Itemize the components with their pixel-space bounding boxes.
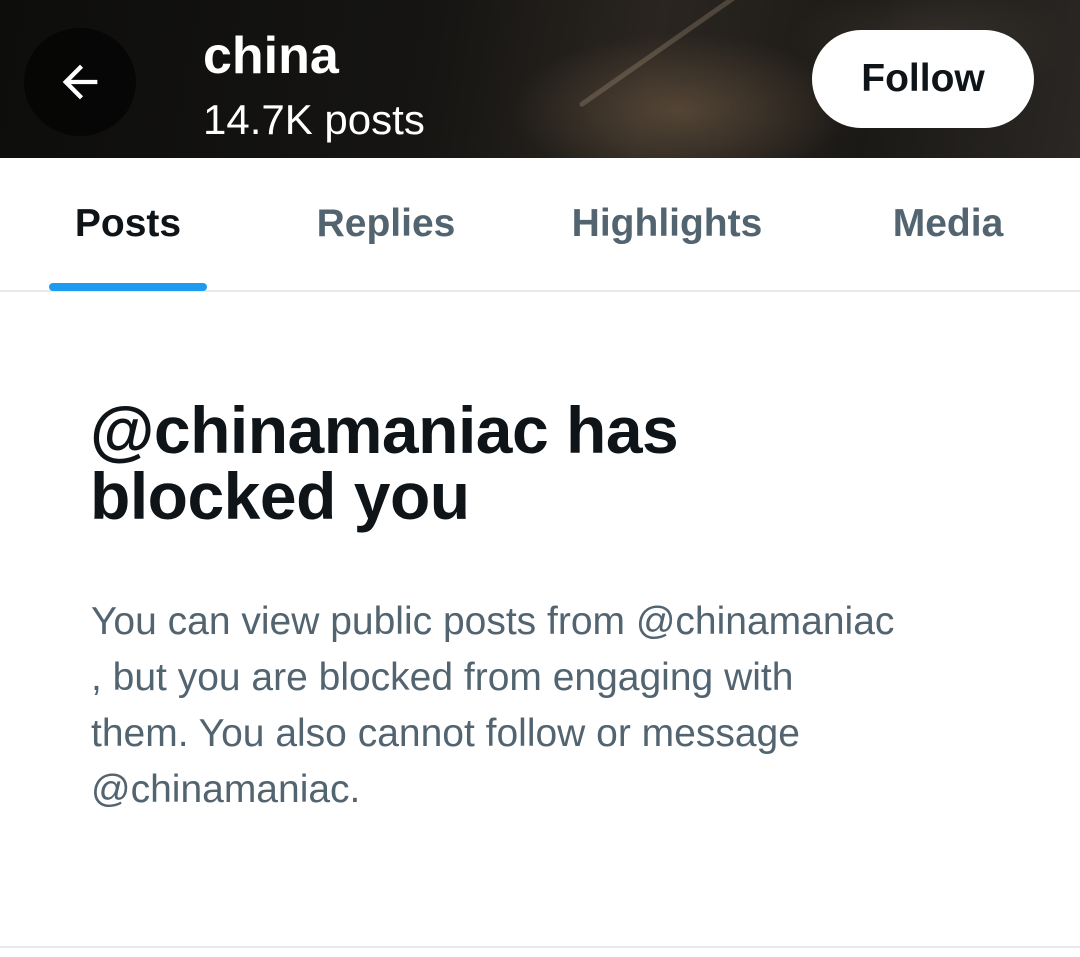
tab-media[interactable]: Media: [868, 158, 1028, 290]
blocked-body-line: @chinamaniac.: [91, 768, 361, 811]
active-tab-indicator: [49, 283, 207, 291]
blocked-title-line: @chinamaniac has: [90, 393, 679, 467]
profile-tabs: Posts Replies Highlights Media: [0, 158, 1080, 292]
blocked-notice-body: You can view public posts from @chinaman…: [91, 594, 991, 818]
tab-replies[interactable]: Replies: [300, 158, 472, 290]
profile-name: china: [203, 27, 339, 85]
divider: [0, 946, 1080, 948]
follow-button[interactable]: Follow: [812, 30, 1034, 128]
blocked-title-line: blocked you: [90, 459, 470, 533]
tab-posts[interactable]: Posts: [49, 158, 207, 290]
blocked-body-line: , but you are blocked from engaging with: [91, 656, 794, 699]
post-count: 14.7K posts: [203, 96, 425, 143]
blocked-body-line: You can view public posts from @chinaman…: [91, 600, 895, 643]
arrow-left-icon: [62, 64, 98, 100]
profile-header-banner: china 14.7K posts Follow: [0, 0, 1080, 158]
banner-image-detail: [578, 0, 762, 108]
blocked-body-line: them. You also cannot follow or message: [91, 712, 800, 755]
tab-highlights[interactable]: Highlights: [550, 158, 784, 290]
back-button[interactable]: [24, 28, 136, 136]
blocked-notice-title: @chinamaniac has blocked you: [90, 397, 990, 529]
